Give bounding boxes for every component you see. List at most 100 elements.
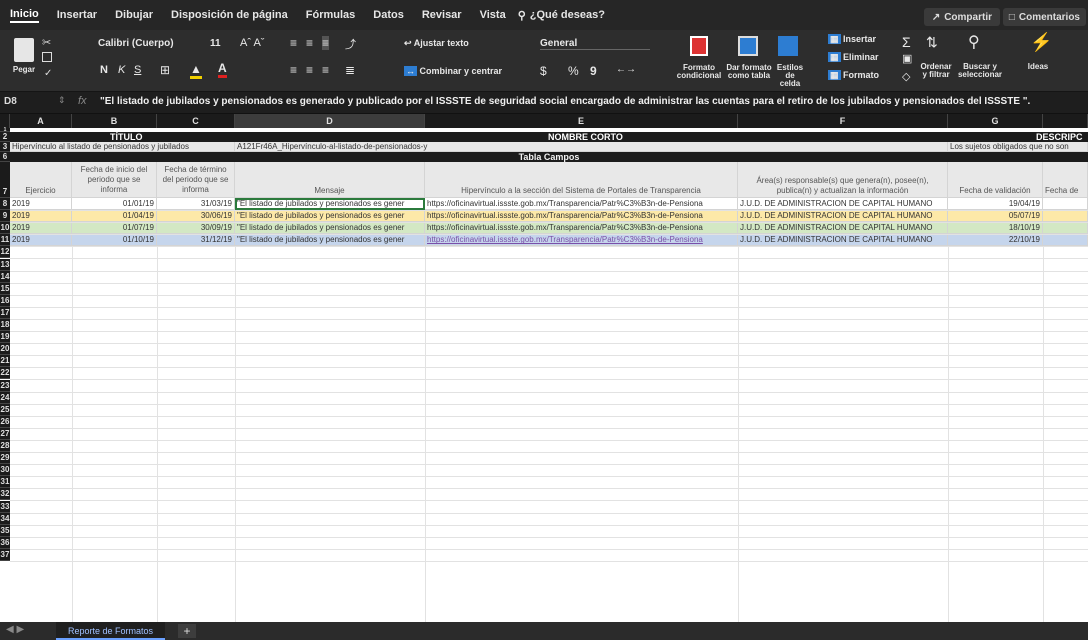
row-header[interactable]: 17 — [0, 306, 10, 319]
row-header[interactable]: 32 — [0, 488, 10, 501]
align-right-icon[interactable]: ≡ — [322, 63, 329, 77]
row-header[interactable]: 37 — [0, 548, 10, 561]
row-header[interactable]: 22 — [0, 367, 10, 380]
fx-icon[interactable]: fx — [78, 95, 87, 107]
tabla-campos-header[interactable]: Tabla Campos — [10, 152, 1088, 162]
row-header[interactable]: 28 — [0, 440, 10, 452]
cond-format-button[interactable]: Formato condicional — [672, 64, 726, 80]
format-painter-icon[interactable]: ✓ — [44, 68, 52, 79]
row-header[interactable]: 35 — [0, 524, 10, 537]
name-box[interactable]: D8 — [4, 96, 44, 110]
row-header[interactable]: 13 — [0, 258, 10, 271]
cond-format-icon[interactable] — [690, 36, 708, 56]
fill-color-icon[interactable]: ▲ — [190, 62, 202, 79]
cell-termino[interactable]: 31/12/19 — [157, 234, 235, 247]
sheet-tab-reporte[interactable]: Reporte de Formatos — [56, 622, 166, 640]
add-sheet-button[interactable]: + — [178, 624, 196, 638]
tab-dibujar[interactable]: Dibujar — [115, 9, 153, 21]
row-header[interactable]: 34 — [0, 512, 10, 525]
autosum-icon[interactable]: Σ — [902, 34, 911, 50]
decimal-icon[interactable]: ←→ — [616, 64, 636, 75]
paste-icon[interactable] — [14, 38, 34, 62]
column-header-a[interactable]: A — [10, 114, 72, 128]
header-fecha-validacion[interactable]: Fecha de validación — [948, 162, 1043, 198]
titulo-value[interactable]: Hipervínculo al listado de pensionados y… — [10, 142, 235, 152]
cell-inicio[interactable]: 01/10/19 — [72, 234, 157, 247]
row-header[interactable]: 3 — [0, 142, 10, 152]
row-header[interactable]: 25 — [0, 403, 10, 416]
cell-area[interactable]: J.U.D. DE ADMINISTRACION DE CAPITAL HUMA… — [738, 198, 948, 210]
tab-vista[interactable]: Vista — [480, 9, 506, 21]
copy-icon[interactable] — [42, 52, 52, 62]
cell-validacion[interactable]: 05/07/19 — [948, 210, 1043, 223]
fill-icon[interactable]: ▣ — [902, 52, 912, 65]
tab-insertar[interactable]: Insertar — [57, 9, 97, 21]
orientation-icon[interactable]: ⤴ — [345, 36, 356, 52]
row-header[interactable]: 29 — [0, 452, 10, 465]
cell-termino[interactable]: 30/06/19 — [157, 210, 235, 223]
cell-mensaje[interactable]: "El listado de jubilados y pensionados e… — [235, 222, 425, 235]
align-center-icon[interactable]: ≡ — [306, 63, 313, 77]
header-fecha-termino[interactable]: Fecha de término del periodo que se info… — [157, 162, 235, 198]
cell-termino[interactable]: 30/09/19 — [157, 222, 235, 235]
cell-inicio[interactable]: 01/07/19 — [72, 222, 157, 235]
row-header[interactable]: 10 — [0, 222, 10, 235]
cell-fecha-de[interactable] — [1043, 198, 1088, 210]
column-header-h[interactable] — [1043, 114, 1088, 128]
tell-me-input[interactable]: ¿Qué deseas? — [530, 9, 605, 21]
column-header-d[interactable]: D — [235, 114, 425, 128]
cell-ejercicio[interactable]: 2019 — [10, 210, 72, 223]
currency-button[interactable]: $ — [540, 64, 547, 78]
column-header-e[interactable]: E — [425, 114, 738, 128]
row-header[interactable]: 27 — [0, 427, 10, 440]
header-fecha-de[interactable]: Fecha de — [1043, 162, 1088, 198]
align-middle-icon[interactable]: ≡ — [306, 36, 313, 50]
cut-icon[interactable]: ✂ — [42, 36, 51, 49]
row-header[interactable]: 36 — [0, 536, 10, 549]
tab-formulas[interactable]: Fórmulas — [306, 9, 356, 21]
cell-inicio[interactable]: 01/01/19 — [72, 198, 157, 210]
column-header-c[interactable]: C — [157, 114, 235, 128]
row-header[interactable]: 20 — [0, 343, 10, 356]
share-button[interactable]: ↗ Compartir — [923, 8, 1000, 26]
delete-cells-button[interactable]: ▦ Eliminar — [828, 52, 879, 63]
cell-area[interactable]: J.U.D. DE ADMINISTRACION DE CAPITAL HUMA… — [738, 210, 948, 223]
formula-input[interactable]: "El listado de jubilados y pensionados e… — [100, 96, 1084, 107]
cell-hipervinculo[interactable]: https://oficinavirtual.issste.gob.mx/Tra… — [425, 222, 738, 235]
table-format-button[interactable]: Dar formato como tabla — [722, 64, 776, 80]
font-name-select[interactable]: Calibri (Cuerpo) — [98, 38, 174, 49]
column-header-f[interactable]: F — [738, 114, 948, 128]
tab-inicio[interactable]: Inicio — [10, 8, 39, 23]
cell-ejercicio[interactable]: 2019 — [10, 234, 72, 247]
row-header[interactable]: 12 — [0, 246, 10, 259]
row-header[interactable]: 31 — [0, 476, 10, 489]
underline-button[interactable]: S — [134, 64, 141, 76]
sheet-nav-arrows-icon[interactable]: ◀ ▶ — [6, 624, 24, 635]
header-ejercicio[interactable]: Ejercicio — [10, 162, 72, 198]
column-header-g[interactable]: G — [948, 114, 1043, 128]
merge-center-button[interactable]: ↔ Combinar y centrar — [404, 66, 502, 76]
row-header[interactable]: 26 — [0, 415, 10, 428]
cell-fecha-de[interactable] — [1043, 234, 1088, 247]
cell-termino[interactable]: 31/03/19 — [157, 198, 235, 210]
cell-validacion[interactable]: 22/10/19 — [948, 234, 1043, 247]
row-header[interactable]: 18 — [0, 319, 10, 331]
row-header[interactable]: 24 — [0, 391, 10, 404]
row-header[interactable]: 8 — [0, 198, 10, 210]
tab-disposicion[interactable]: Disposición de página — [171, 9, 288, 21]
row-header[interactable]: 7 — [0, 162, 10, 198]
ideas-icon[interactable]: ⚡ — [1030, 32, 1052, 53]
cell-validacion[interactable]: 18/10/19 — [948, 222, 1043, 235]
percent-button[interactable]: % — [568, 64, 579, 78]
insert-cells-button[interactable]: ▦ Insertar — [828, 34, 876, 45]
cell-area[interactable]: J.U.D. DE ADMINISTRACION DE CAPITAL HUMA… — [738, 222, 948, 235]
cell-fecha-de[interactable] — [1043, 210, 1088, 223]
comments-button[interactable]: □ Comentarios — [1002, 8, 1086, 26]
row-header[interactable]: 6 — [0, 152, 10, 162]
ideas-button[interactable]: Ideas — [1024, 63, 1052, 71]
grow-font-icon[interactable]: Aˆ Aˇ — [240, 37, 264, 49]
align-top-icon[interactable]: ≡ — [290, 36, 297, 50]
row-header[interactable]: 16 — [0, 294, 10, 307]
cell-mensaje[interactable]: "El listado de jubilados y pensionados e… — [235, 234, 425, 247]
cell-mensaje[interactable]: "El listado de jubilados y pensionados e… — [235, 198, 425, 210]
